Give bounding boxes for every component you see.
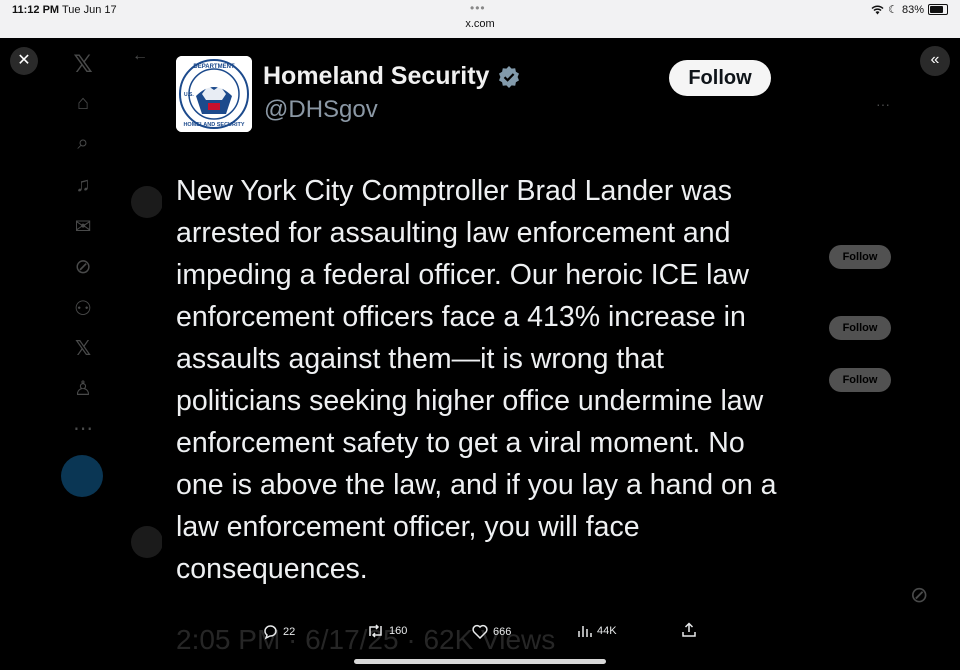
follow-button[interactable]: Follow — [829, 368, 891, 392]
tweet-screenshot: DEPARTMENT HOMELAND SECURITY U.S. Homela… — [162, 46, 798, 610]
search-icon[interactable]: ⌕ — [60, 132, 106, 155]
status-bar: 11:12 PM Tue Jun 17 ••• x.com ☾ 83% — [0, 0, 960, 38]
repost-icon — [369, 624, 382, 638]
svg-text:U.S.: U.S. — [184, 92, 194, 98]
display-name[interactable]: Homeland Security — [263, 62, 521, 91]
svg-text:DEPARTMENT: DEPARTMENT — [193, 64, 235, 70]
communities-icon[interactable]: ⚇ — [60, 296, 106, 321]
moon-icon: ☾ — [888, 4, 898, 16]
dhs-seal-avatar: DEPARTMENT HOMELAND SECURITY U.S. — [176, 56, 252, 132]
views-button[interactable]: 44K — [578, 624, 617, 638]
repost-count: 160 — [389, 625, 408, 637]
status-time: 11:12 PM — [12, 4, 60, 16]
home-icon[interactable]: ⌂ — [60, 92, 106, 115]
follow-button[interactable]: Follow — [829, 316, 891, 340]
dhs-seal-logo: DEPARTMENT HOMELAND SECURITY U.S. — [176, 56, 252, 132]
display-name-text: Homeland Security — [263, 62, 490, 90]
battery-percent: 83% — [901, 3, 924, 16]
user-handle[interactable]: @DHSgov — [264, 96, 378, 124]
messages-icon[interactable]: ✉ — [60, 214, 106, 239]
reply-button[interactable]: 22 — [262, 624, 295, 640]
grok-icon[interactable]: ⊘ — [60, 254, 106, 279]
repost-button[interactable]: 160 — [367, 624, 407, 638]
like-count: 666 — [493, 625, 512, 638]
avatar[interactable] — [131, 186, 163, 218]
more-dots-icon[interactable]: ••• — [470, 1, 486, 15]
like-button[interactable]: 666 — [472, 624, 511, 639]
avatar[interactable] — [131, 526, 163, 558]
x-logo-icon[interactable]: 𝕏 — [60, 50, 106, 79]
reply-count: 22 — [283, 626, 296, 638]
follow-button[interactable]: Follow — [669, 60, 771, 96]
more-icon[interactable]: ⋯ — [60, 416, 106, 441]
tweet-text: New York City Comptroller Brad Lander wa… — [176, 175, 777, 585]
compose-button[interactable] — [61, 455, 103, 497]
svg-text:HOMELAND SECURITY: HOMELAND SECURITY — [183, 122, 244, 128]
heart-icon — [472, 624, 488, 639]
home-indicator[interactable] — [354, 659, 606, 664]
wifi-icon — [871, 5, 884, 14]
back-arrow-icon[interactable]: ← — [132, 47, 148, 65]
views-icon — [578, 626, 592, 637]
verified-badge-icon — [499, 65, 520, 88]
follow-button[interactable]: Follow — [829, 245, 891, 269]
collapse-icon[interactable]: « — [920, 46, 950, 76]
more-options-icon[interactable]: ··· — [876, 96, 890, 112]
grok-icon[interactable]: ⊘ — [910, 582, 928, 608]
notifications-icon[interactable]: ♫ — [60, 174, 106, 197]
close-icon[interactable]: ✕ — [10, 47, 38, 75]
status-indicators: ☾ 83% — [871, 3, 948, 16]
views-count: 44K — [597, 625, 617, 637]
address-bar[interactable]: x.com — [0, 18, 960, 30]
profile-icon[interactable]: ♙ — [60, 376, 106, 401]
battery-icon — [928, 4, 948, 15]
status-date: Tue Jun 17 — [62, 4, 117, 16]
share-icon — [682, 622, 696, 637]
reply-icon — [264, 625, 277, 640]
premium-icon[interactable]: 𝕏 — [60, 336, 106, 361]
share-button[interactable] — [681, 622, 697, 638]
